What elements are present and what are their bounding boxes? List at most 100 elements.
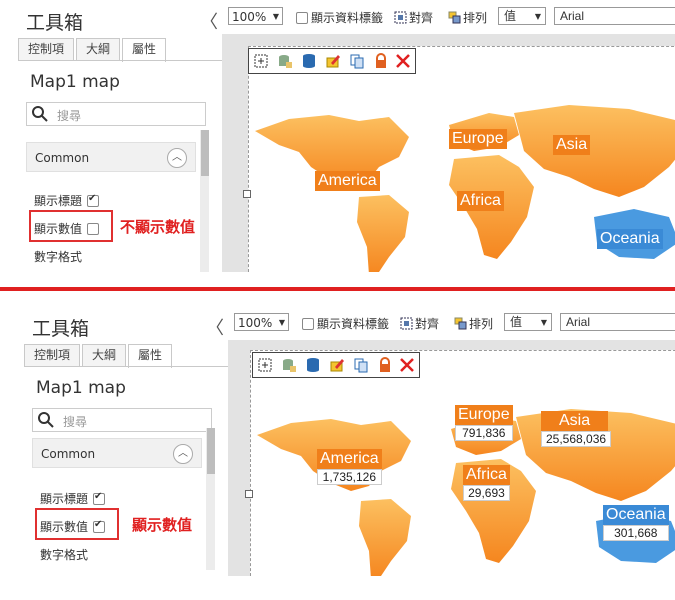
close-icon[interactable] — [395, 53, 411, 69]
tab-outline[interactable]: 大綱 — [82, 344, 127, 366]
align-button[interactable]: 對齊 — [400, 315, 439, 332]
continent-asia[interactable]: Asia 25,568,036 — [541, 411, 612, 447]
panel-value-shown: 工具箱 〈 控制項 大綱 屬性 Map1 map 搜尋 Common ︿ 顯示標… — [0, 306, 675, 576]
align-icon — [400, 317, 413, 330]
toolbox-title: 工具箱 — [26, 12, 84, 34]
lock-icon[interactable] — [377, 357, 393, 373]
toolbox-panel: 工具箱 〈 控制項 大綱 屬性 Map1 map 搜尋 Common ︿ 顯示標… — [6, 306, 229, 576]
tabs-divider — [18, 60, 222, 61]
arrange-icon — [448, 11, 461, 24]
arrange-label: 排列 — [463, 11, 488, 25]
search-icon — [38, 412, 54, 428]
zoom-select[interactable]: 100% — [228, 7, 283, 26]
show-data-label-checkbox[interactable] — [296, 11, 308, 24]
value-select[interactable]: 值 — [504, 313, 552, 331]
map-control[interactable]: America 1,735,126 Europe 791,836 Asia 25… — [250, 350, 675, 576]
close-icon[interactable] — [399, 357, 415, 373]
chevron-up-icon[interactable]: ︿ — [167, 148, 187, 168]
continent-oceania-name: Oceania — [603, 505, 669, 525]
select-icon[interactable] — [253, 53, 269, 69]
tab-controls[interactable]: 控制項 — [24, 344, 81, 366]
map-widget-toolbar — [252, 352, 420, 378]
align-icon — [394, 11, 407, 24]
annotation-text: 不顯示數值 — [120, 218, 196, 236]
show-data-label-toggle[interactable]: 顯示資料標籤 — [302, 315, 389, 332]
tab-properties[interactable]: 屬性 — [128, 344, 173, 368]
continent-oceania-value: 301,668 — [603, 525, 669, 541]
search-icon — [32, 106, 48, 122]
value-select[interactable]: 值 — [498, 7, 546, 25]
database-icon[interactable] — [301, 53, 317, 69]
continent-asia-name: Asia — [553, 135, 591, 155]
collapse-icon[interactable]: 〈 — [200, 8, 218, 34]
resize-handle[interactable] — [245, 490, 253, 498]
south-america-shape — [357, 195, 409, 272]
edit-icon[interactable] — [325, 53, 341, 69]
continent-asia[interactable]: Asia — [553, 135, 591, 155]
prop-show-title-label: 顯示標題 — [34, 194, 83, 208]
show-title-checkbox[interactable] — [93, 491, 106, 505]
copy-icon[interactable] — [349, 53, 365, 69]
font-select[interactable]: Arial — [560, 313, 675, 331]
resize-handle[interactable] — [243, 190, 251, 198]
world-map — [257, 409, 675, 576]
edit-icon[interactable] — [329, 357, 345, 373]
continent-oceania[interactable]: Oceania 301,668 — [603, 505, 669, 541]
arrange-button[interactable]: 排列 — [448, 9, 487, 26]
continent-america-name: America — [315, 171, 380, 191]
lock-icon[interactable] — [373, 53, 389, 69]
arrange-button[interactable]: 排列 — [454, 315, 493, 332]
continent-europe-name: Europe — [449, 129, 507, 149]
continent-europe-value: 791,836 — [455, 425, 513, 441]
section-common[interactable]: Common ︿ — [26, 142, 196, 172]
design-canvas: America Europe Asia Africa Oceania — [222, 34, 675, 272]
scrollbar-thumb[interactable] — [201, 130, 209, 176]
section-common[interactable]: Common ︿ — [32, 438, 202, 468]
database-icon[interactable] — [305, 357, 321, 373]
map-widget-toolbar — [248, 48, 416, 74]
toolbox-tabs: 控制項 大綱 屬性 — [18, 38, 168, 62]
continent-africa[interactable]: Africa 29,693 — [463, 465, 510, 501]
continent-america-name: America — [317, 449, 382, 469]
continent-europe-name: Europe — [455, 405, 513, 425]
arrange-icon — [454, 317, 467, 330]
designer-toolbar: 100% 顯示資料標籤 對齊 排列 值 Arial — [228, 306, 675, 340]
search-input[interactable]: 搜尋 — [26, 102, 206, 126]
red-divider — [0, 287, 675, 291]
map-control[interactable]: America Europe Asia Africa Oceania — [248, 46, 675, 272]
continent-america[interactable]: America 1,735,126 — [317, 449, 382, 485]
tab-properties[interactable]: 屬性 — [122, 38, 167, 62]
chevron-up-icon[interactable]: ︿ — [173, 444, 193, 464]
show-data-label-toggle[interactable]: 顯示資料標籤 — [296, 9, 383, 26]
select-icon[interactable] — [257, 357, 273, 373]
data-source-icon[interactable] — [281, 357, 297, 373]
continent-africa[interactable]: Africa — [457, 191, 504, 211]
tab-outline[interactable]: 大綱 — [76, 38, 121, 60]
zoom-select[interactable]: 100% — [234, 313, 289, 332]
scrollbar-thumb[interactable] — [207, 428, 215, 474]
continent-asia-value: 25,568,036 — [541, 431, 612, 447]
continent-oceania-name: Oceania — [597, 229, 663, 249]
search-placeholder: 搜尋 — [63, 415, 88, 429]
prop-number-format-label: 數字格式 — [40, 548, 89, 562]
collapse-icon[interactable]: 〈 — [206, 314, 224, 340]
continent-america-value: 1,735,126 — [317, 469, 382, 485]
tab-controls[interactable]: 控制項 — [18, 38, 75, 60]
continent-europe[interactable]: Europe 791,836 — [455, 405, 513, 441]
continent-america[interactable]: America — [315, 171, 380, 191]
south-america-shape — [359, 499, 411, 576]
continent-africa-name: Africa — [463, 465, 510, 485]
designer-toolbar: 100% 顯示資料標籤 對齊 排列 值 Arial — [222, 0, 675, 34]
search-placeholder: 搜尋 — [57, 109, 82, 123]
data-source-icon[interactable] — [277, 53, 293, 69]
show-data-label-checkbox[interactable] — [302, 317, 314, 330]
align-button[interactable]: 對齊 — [394, 9, 433, 26]
continent-europe[interactable]: Europe — [449, 129, 507, 149]
continent-oceania[interactable]: Oceania — [597, 229, 663, 249]
copy-icon[interactable] — [353, 357, 369, 373]
search-input[interactable]: 搜尋 — [32, 408, 212, 432]
align-label: 對齊 — [415, 317, 440, 331]
font-select[interactable]: Arial — [554, 7, 675, 25]
show-title-checkbox[interactable] — [87, 193, 100, 207]
annotation-text: 顯示數值 — [132, 516, 193, 534]
